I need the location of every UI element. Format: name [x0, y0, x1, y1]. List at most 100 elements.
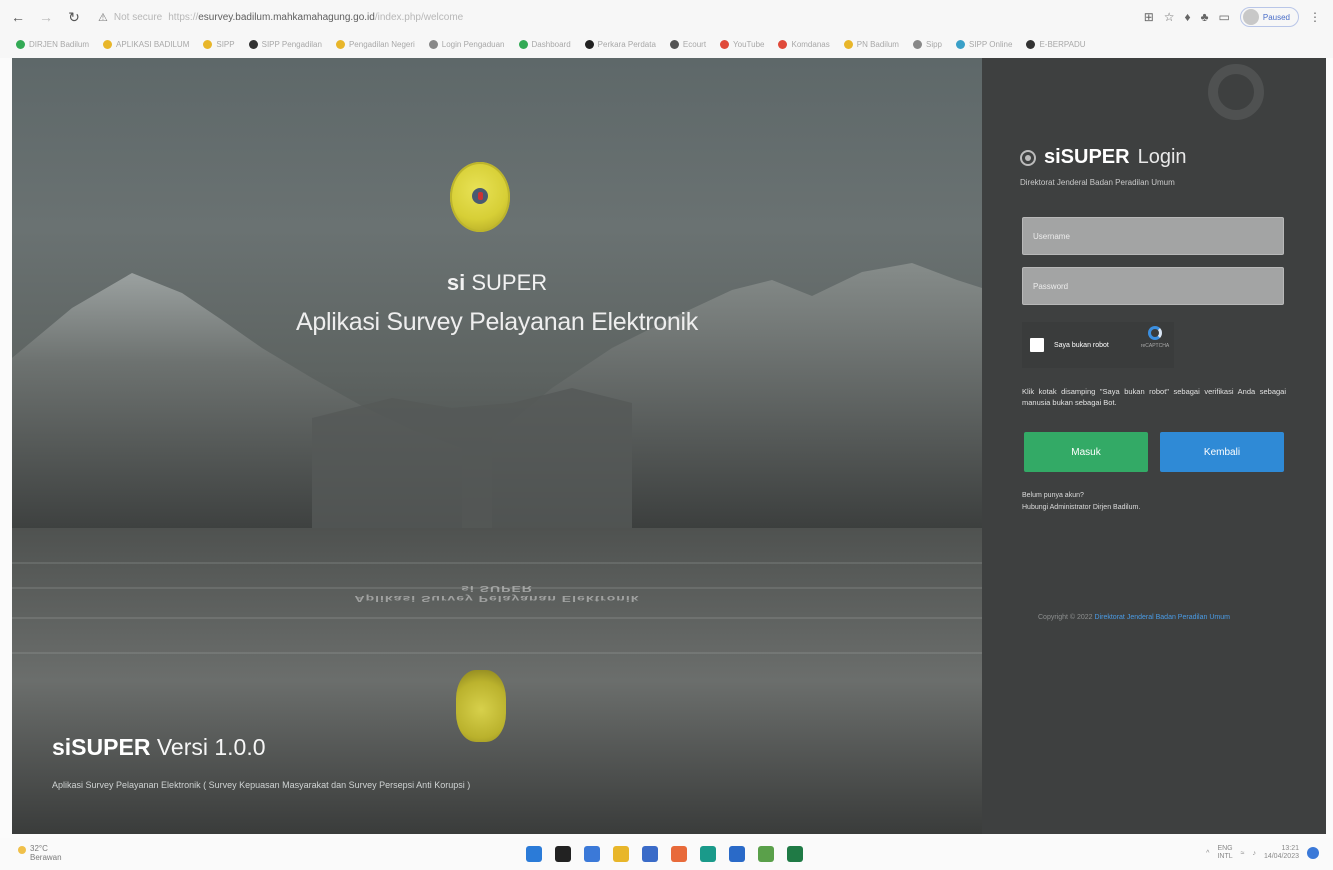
version-brand: siSUPER: [52, 734, 151, 760]
bookmark-label: Perkara Perdata: [597, 39, 656, 49]
bookmark-label: SIPP Pengadilan: [261, 39, 322, 49]
back-arrow-icon[interactable]: ←: [8, 7, 28, 27]
bookmark-icon: [912, 39, 922, 49]
login-subtitle: Direktorat Jenderal Badan Peradilan Umum: [1020, 178, 1175, 187]
forward-arrow-icon[interactable]: →: [36, 7, 56, 27]
security-label: Not secure: [113, 11, 163, 23]
verification-notice: Klik kotak disamping "Saya bukan robot" …: [1022, 387, 1286, 407]
copyright: Copyright © 2022 Direktorat Jenderal Bad…: [1038, 614, 1230, 621]
clock[interactable]: 13:21 14/04/2023: [1264, 845, 1299, 861]
copyright-prefix: Copyright © 2022: [1038, 614, 1095, 621]
bookmark-label: Pengadilan Negeri: [348, 39, 415, 49]
bookmark-icon: [778, 39, 788, 49]
bookmark-item[interactable]: Dashboard: [518, 39, 571, 49]
chevron-up-icon[interactable]: ^: [1206, 850, 1209, 857]
mail-icon[interactable]: [729, 846, 745, 862]
bookmark-label: Komdanas: [791, 39, 830, 49]
windows-taskbar: 32°C Berawan ^ ENG INTL ≈ ♪ 13:21 14/04/…: [0, 838, 1333, 870]
excel-icon[interactable]: [787, 846, 803, 862]
bookmark-icon: [103, 39, 113, 49]
start-icon[interactable]: [526, 846, 542, 862]
reload-icon[interactable]: ↻: [64, 7, 84, 27]
back-button[interactable]: Kembali: [1160, 432, 1284, 472]
extension-icon[interactable]: ♦: [1185, 10, 1191, 24]
bookmark-item[interactable]: Login Pengaduan: [428, 39, 505, 49]
bookmark-label: Login Pengaduan: [441, 39, 505, 49]
login-button[interactable]: Masuk: [1024, 432, 1148, 472]
bookmark-item[interactable]: APLIKASI BADILUM: [103, 39, 190, 49]
bookmark-item[interactable]: Sipp: [912, 39, 942, 49]
notification-icon[interactable]: [1307, 847, 1319, 859]
recaptcha-label: Saya bukan robot: [1054, 341, 1109, 349]
wifi-icon[interactable]: ≈: [1241, 850, 1245, 857]
bookmark-icon: [669, 39, 679, 49]
bookmark-label: APLIKASI BADILUM: [116, 39, 190, 49]
bookmark-item[interactable]: Ecourt: [669, 39, 707, 49]
username-input[interactable]: [1022, 217, 1284, 255]
recaptcha-checkbox[interactable]: [1030, 338, 1044, 352]
store-icon[interactable]: [642, 846, 658, 862]
taskbar-apps: [526, 846, 803, 862]
file-explorer-icon[interactable]: [613, 846, 629, 862]
warning-icon: ⚠: [98, 11, 108, 24]
sidepanel-icon[interactable]: ▭: [1219, 10, 1230, 24]
bookmarks-bar: DIRJEN Badilum APLIKASI BADILUM SIPP SIPP P…: [0, 34, 1333, 54]
chat-icon[interactable]: [584, 846, 600, 862]
url-host: esurvey.badilum.mahkamahagung.go.id: [198, 11, 375, 23]
bookmark-item[interactable]: DIRJEN Badilum: [16, 39, 89, 49]
bookmark-item[interactable]: Komdanas: [778, 39, 830, 49]
bookmark-icon: [1026, 39, 1036, 49]
bookmark-item[interactable]: PN Badilum: [843, 39, 899, 49]
weather-temp: 32°C: [30, 844, 48, 853]
star-icon[interactable]: ☆: [1164, 10, 1175, 24]
version-text: Versi 1.0.0: [150, 734, 266, 760]
register-question: Belum punya akun?: [1022, 492, 1084, 499]
chrome-icon[interactable]: [758, 846, 774, 862]
bookmark-item[interactable]: E-BERPADU: [1026, 39, 1086, 49]
bookmark-item[interactable]: Pengadilan Negeri: [335, 39, 415, 49]
address-bar[interactable]: ⚠ Not secure https://esurvey.badilum.mah…: [98, 7, 463, 27]
app-icon[interactable]: [671, 846, 687, 862]
reflection-line: si SUPER: [461, 584, 533, 594]
app-short-rest: SUPER: [465, 270, 548, 295]
bookmark-label: PN Badilum: [856, 39, 899, 49]
profile-button[interactable]: Paused: [1239, 7, 1299, 27]
language-indicator[interactable]: ENG INTL: [1217, 845, 1232, 861]
weather-icon: [18, 846, 26, 854]
app-logo: [450, 162, 510, 232]
copyright-org-link[interactable]: Direktorat Jenderal Badan Peradilan Umum: [1095, 614, 1230, 621]
edge-icon[interactable]: [700, 846, 716, 862]
login-title-word: Login: [1137, 146, 1187, 168]
password-input[interactable]: [1022, 267, 1284, 305]
bookmark-icon: [16, 39, 25, 49]
menu-icon[interactable]: ⋮: [1309, 10, 1321, 24]
logo-reflection: [456, 670, 506, 742]
recaptcha-icon: [1148, 326, 1162, 340]
target-icon: [1020, 149, 1036, 166]
bookmark-item[interactable]: SIPP: [203, 39, 235, 49]
bookmark-icon: [843, 39, 853, 49]
bookmark-item[interactable]: Perkara Perdata: [584, 39, 656, 49]
bookmark-item[interactable]: SIPP Pengadilan: [248, 39, 322, 49]
bookmark-icon: [428, 39, 438, 49]
version-label: siSUPER Versi 1.0.0: [52, 734, 266, 761]
mountain-center: [312, 388, 632, 528]
tagline: Aplikasi Survey Pelayanan Elektronik ( S…: [52, 780, 471, 790]
share-icon[interactable]: ⊞: [1144, 10, 1154, 24]
search-icon[interactable]: [555, 846, 571, 862]
bookmark-icon: [956, 39, 965, 49]
recaptcha-brand: reCAPTCHA: [1140, 343, 1170, 349]
bookmark-label: E-BERPADU: [1039, 39, 1086, 49]
weather-widget[interactable]: 32°C Berawan: [18, 844, 62, 862]
bookmark-item[interactable]: YouTube: [720, 39, 764, 49]
bookmark-label: Ecourt: [682, 39, 707, 49]
volume-icon[interactable]: ♪: [1252, 850, 1256, 857]
profile-label: Paused: [1262, 12, 1290, 22]
bookmark-label: Sipp: [925, 39, 942, 49]
bookmark-label: Dashboard: [531, 39, 571, 49]
url-scheme: https://: [168, 11, 199, 23]
water-reflection: Aplikasi Survey Pelayanan Elektronik si …: [302, 584, 692, 603]
puzzle-icon[interactable]: ♣: [1201, 10, 1209, 24]
bookmark-item[interactable]: SIPP Online: [956, 39, 1012, 49]
recaptcha-widget: Saya bukan robot reCAPTCHA: [1022, 322, 1174, 368]
